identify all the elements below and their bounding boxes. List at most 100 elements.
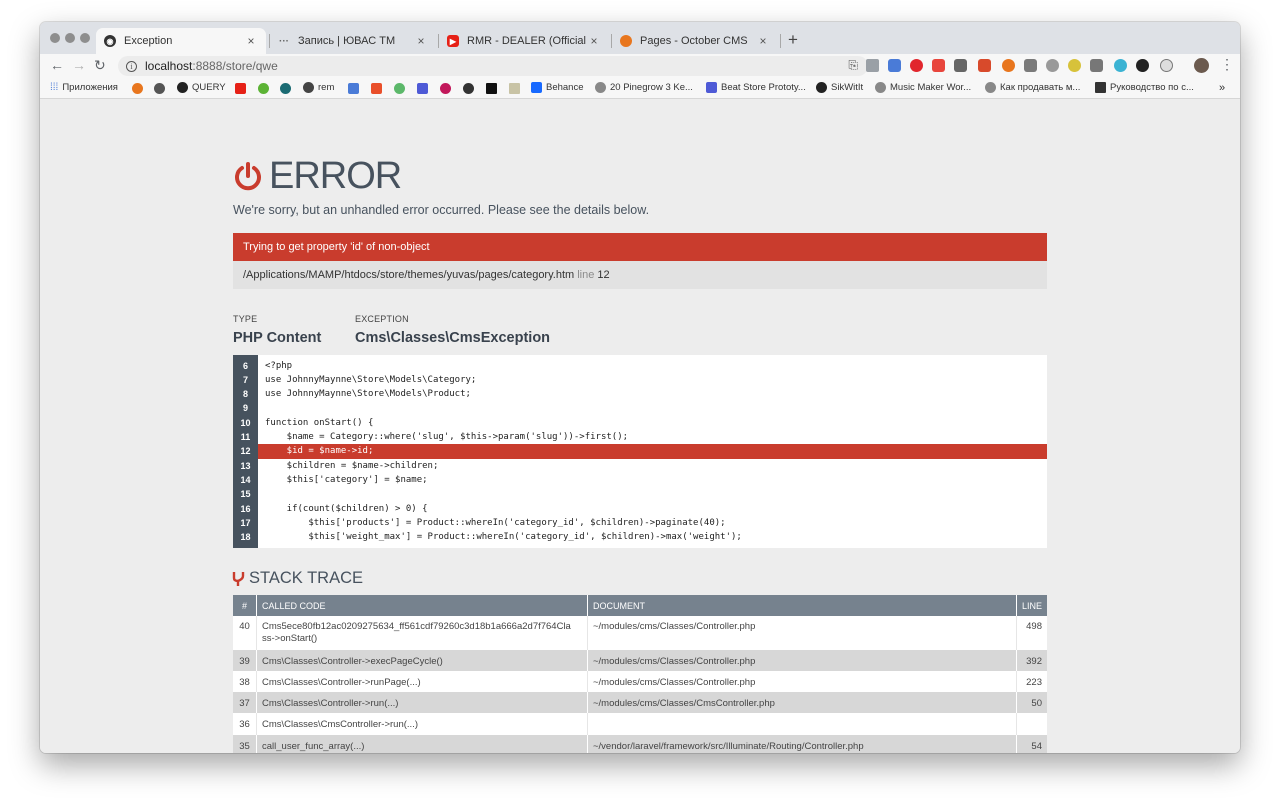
- trace-line: 223: [1017, 671, 1047, 692]
- teal-bookmark-icon[interactable]: [280, 83, 291, 94]
- pin-extension-icon[interactable]: [1068, 59, 1081, 72]
- stack-trace-icon: [232, 571, 245, 586]
- code-line: 12 $id = $name->id;: [233, 444, 1047, 459]
- tab-october-cms[interactable]: Pages - October CMS ×: [612, 28, 778, 54]
- error-header: ERROR: [233, 155, 402, 198]
- stack-trace-header: STACK TRACE: [232, 569, 363, 588]
- tab-zapis[interactable]: ··· Запись | ЮВАС TM ×: [270, 28, 436, 54]
- code-line-text: <?php: [265, 360, 293, 371]
- code-line-number: 17: [240, 517, 251, 528]
- close-icon[interactable]: ×: [414, 34, 428, 48]
- trace-document: ~/vendor/laravel/framework/src/Illuminat…: [588, 735, 1017, 753]
- info-icon[interactable]: i: [126, 60, 137, 72]
- colorpick-extension-icon[interactable]: [1136, 59, 1149, 72]
- medium-bookmark-icon[interactable]: [486, 83, 497, 94]
- green-bookmark-icon[interactable]: [258, 83, 269, 94]
- trace-called-code: Cms\Classes\Controller->runPage(...): [257, 671, 588, 692]
- tab-exception[interactable]: ◉ Exception ×: [96, 28, 266, 54]
- tab-youtube[interactable]: ▶ RMR - DEALER (Official Music ×: [439, 28, 609, 54]
- reload-icon[interactable]: ↻: [94, 57, 106, 74]
- bookmarks-bar: ⁞⁞⁞ Приложения QUERY rem Behance 20 Pine…: [40, 78, 1240, 99]
- translate-icon[interactable]: ⎘: [848, 58, 858, 73]
- w-bookmark-icon[interactable]: [417, 83, 428, 94]
- github-bookmark-icon[interactable]: [154, 83, 165, 94]
- orange-bookmark-icon[interactable]: [371, 83, 382, 94]
- code-line-text: $name = Category::where('slug', $this->p…: [265, 432, 629, 442]
- chat-bookmark-icon[interactable]: [348, 83, 359, 94]
- code-line: 8 use JohnnyMaynne\Store\Models\Product;: [233, 387, 1047, 401]
- trace-number: 39: [233, 650, 257, 671]
- code-line-number: 13: [240, 460, 251, 471]
- menu-icon[interactable]: ⋮: [1220, 56, 1234, 73]
- header-number: #: [233, 595, 257, 616]
- bookmark-music-maker[interactable]: Music Maker Wor...: [875, 82, 971, 93]
- close-icon[interactable]: ×: [244, 34, 258, 48]
- pink-bookmark-icon[interactable]: [440, 83, 451, 94]
- codepen-bookmark-icon[interactable]: [463, 83, 474, 94]
- trace-called-code: Cms\Classes\Controller->execPageCycle(): [257, 650, 588, 671]
- stack-trace-table: # CALLED CODE DOCUMENT LINE 40 Cms5ece80f…: [233, 595, 1047, 753]
- bookmark-pinegrow[interactable]: 20 Pinegrow 3 Ke...: [595, 82, 693, 93]
- power-icon: [235, 161, 261, 190]
- github-icon: ◉: [104, 35, 116, 47]
- bookmark-kak-prodavat[interactable]: Как продавать м...: [985, 82, 1080, 93]
- bookmark-apps[interactable]: ⁞⁞⁞ Приложения: [50, 82, 118, 93]
- maximize-window-button[interactable]: [80, 33, 90, 43]
- code-line-number: 15: [240, 489, 251, 500]
- exception-label: EXCEPTION: [355, 314, 409, 324]
- trace-document: [588, 713, 1017, 735]
- move-extension-icon[interactable]: [954, 59, 967, 72]
- lock-extension-icon[interactable]: [932, 59, 945, 72]
- mail-bookmark-icon[interactable]: [509, 83, 520, 94]
- back-arrow-icon[interactable]: ←: [50, 57, 64, 73]
- code-line-number: 9: [242, 403, 248, 414]
- bookmark-rukovodstvo[interactable]: Руководство по с...: [1095, 82, 1194, 93]
- shield-extension-icon[interactable]: [866, 59, 879, 72]
- apps-grid-icon: ⁞⁞⁞: [50, 82, 59, 93]
- trace-line: 498: [1017, 616, 1047, 650]
- code-line-number: 10: [240, 417, 251, 428]
- new-tab-button[interactable]: +: [788, 30, 798, 50]
- bookmark-sikwitit[interactable]: SikWitIt: [816, 82, 863, 93]
- code-line-text: $children = $name->children;: [265, 460, 439, 471]
- code-line-number: 11: [240, 432, 251, 442]
- opera-extension-icon[interactable]: [910, 59, 923, 72]
- wordpress-icon: [985, 82, 996, 93]
- line-number: 12: [597, 269, 610, 281]
- trace-document: ~/modules/cms/Classes/CmsController.php: [588, 692, 1017, 713]
- colorful-bookmark-icon[interactable]: [394, 83, 405, 94]
- code-line: 7 use JohnnyMaynne\Store\Models\Category;: [233, 373, 1047, 387]
- bookmark-query[interactable]: QUERY: [177, 82, 226, 93]
- close-window-button[interactable]: [50, 33, 60, 43]
- trace-line: 392: [1017, 650, 1047, 671]
- code-snippet: 6 <?php 7 use JohnnyMaynne\Store\Models\Cat…: [233, 355, 1047, 548]
- close-icon[interactable]: ×: [587, 34, 601, 48]
- terminal-icon: [1095, 82, 1106, 93]
- code-line: 9: [233, 401, 1047, 415]
- bookmark-rem[interactable]: rem: [303, 82, 334, 93]
- camera-extension-icon[interactable]: [1024, 59, 1037, 72]
- bookmark-beat-store[interactable]: Beat Store Prototy...: [706, 82, 806, 93]
- vue-extension-icon[interactable]: [1090, 59, 1103, 72]
- october-bookmark-icon[interactable]: [132, 83, 143, 94]
- translate-extension-icon[interactable]: [888, 59, 901, 72]
- bookmark-behance[interactable]: Behance: [531, 82, 584, 93]
- fps-extension-icon[interactable]: [1114, 59, 1127, 72]
- minimize-window-button[interactable]: [65, 33, 75, 43]
- exception-value: Cms\Classes\CmsException: [355, 330, 551, 346]
- trace-document: ~/modules/cms/Classes/Controller.php: [588, 671, 1017, 692]
- youtube-bookmark-icon[interactable]: [235, 83, 246, 94]
- trace-document: ~/modules/cms/Classes/Controller.php: [588, 650, 1017, 671]
- table-row: 38 Cms\Classes\Controller->runPage(...) ~/…: [233, 671, 1047, 692]
- close-icon[interactable]: ×: [756, 34, 770, 48]
- w-icon: [706, 82, 717, 93]
- css-extension-icon[interactable]: [1160, 59, 1173, 72]
- forward-arrow-icon[interactable]: →: [72, 57, 86, 73]
- s-extension-icon[interactable]: [978, 59, 991, 72]
- october-extension-icon[interactable]: [1002, 59, 1015, 72]
- more-bookmarks-button[interactable]: »: [1219, 82, 1225, 94]
- cloud-extension-icon[interactable]: [1046, 59, 1059, 72]
- page-title: ERROR: [269, 155, 402, 197]
- address-bar[interactable]: i localhost:8888/store/qwe ⎘ ☆: [118, 56, 880, 76]
- avatar[interactable]: [1194, 58, 1209, 73]
